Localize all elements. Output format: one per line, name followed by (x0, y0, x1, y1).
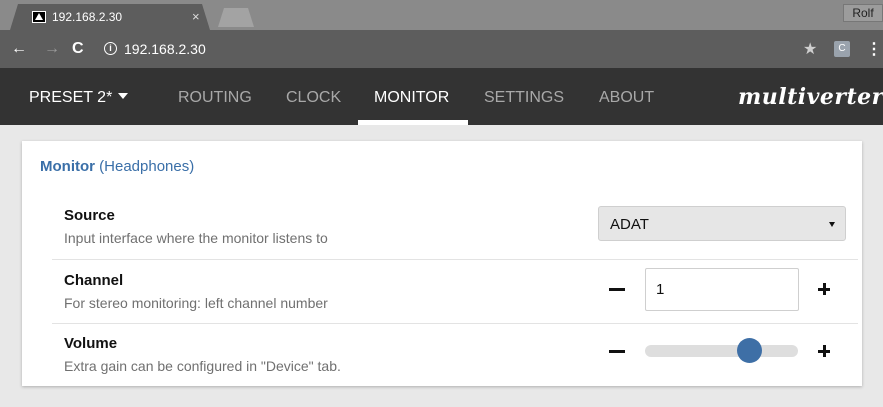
bookmark-star-icon[interactable]: ★ (803, 39, 817, 59)
app-navbar: PRESET 2* ROUTING CLOCK MONITOR SETTINGS… (0, 68, 883, 125)
volume-description: Extra gain can be configured in "Device"… (64, 358, 341, 374)
volume-label: Volume (64, 335, 118, 352)
panel-title-rest: (Headphones) (99, 158, 195, 175)
source-select[interactable]: ADAT (598, 206, 846, 241)
reload-icon[interactable]: C (72, 40, 84, 58)
nav-link-clock[interactable]: CLOCK (286, 89, 341, 107)
active-tab-indicator (358, 120, 468, 125)
volume-increment-button[interactable] (818, 345, 830, 357)
tab-close-icon[interactable]: × (192, 9, 200, 24)
volume-row: Volume Extra gain can be configured in "… (52, 323, 858, 385)
volume-decrement-button[interactable] (609, 350, 625, 353)
channel-input[interactable] (645, 268, 799, 311)
nav-link-monitor[interactable]: MONITOR (374, 89, 449, 107)
forward-arrow-icon[interactable]: → (44, 40, 60, 58)
site-favicon-icon (32, 11, 46, 23)
extension-icon[interactable]: C (834, 41, 850, 57)
channel-row: Channel For stereo monitoring: left chan… (52, 259, 858, 323)
volume-slider[interactable] (645, 338, 798, 363)
nav-link-about[interactable]: ABOUT (599, 89, 654, 107)
panel-title-bold: Monitor (40, 158, 95, 175)
preset-label: PRESET 2* (29, 89, 113, 106)
preset-dropdown[interactable]: PRESET 2* (29, 89, 129, 107)
channel-increment-button[interactable] (818, 283, 830, 295)
channel-label: Channel (64, 272, 124, 289)
caret-down-icon (829, 222, 835, 227)
volume-slider-track (645, 345, 798, 357)
nav-link-settings[interactable]: SETTINGS (484, 89, 564, 107)
address-bar[interactable]: 192.168.2.30 (124, 41, 206, 57)
brand-logo: multiverter (738, 84, 883, 110)
source-select-value: ADAT (610, 216, 649, 233)
browser-tab-strip: 192.168.2.30 × Rolf (0, 0, 883, 30)
source-row: Source Input interface where the monitor… (52, 205, 858, 259)
nav-link-routing[interactable]: ROUTING (178, 89, 252, 107)
channel-decrement-button[interactable] (609, 288, 625, 291)
new-tab-button[interactable] (218, 8, 254, 27)
back-arrow-icon[interactable]: ← (11, 40, 27, 58)
profile-button[interactable]: Rolf (843, 4, 883, 22)
caret-down-icon (118, 93, 129, 99)
monitor-panel: Monitor (Headphones) Source Input interf… (22, 141, 862, 386)
browser-menu-icon[interactable]: ⋮ (866, 39, 882, 59)
browser-toolbar: ← → C i 192.168.2.30 ★ C ⋮ (0, 30, 883, 68)
tab-title: 192.168.2.30 (52, 10, 123, 24)
volume-slider-thumb[interactable] (737, 338, 762, 363)
panel-title: Monitor (Headphones) (40, 158, 194, 175)
source-label: Source (64, 207, 115, 224)
site-info-icon[interactable]: i (104, 42, 117, 55)
browser-tab[interactable]: 192.168.2.30 × (10, 4, 210, 30)
source-description: Input interface where the monitor listen… (64, 230, 328, 246)
channel-description: For stereo monitoring: left channel numb… (64, 295, 328, 311)
